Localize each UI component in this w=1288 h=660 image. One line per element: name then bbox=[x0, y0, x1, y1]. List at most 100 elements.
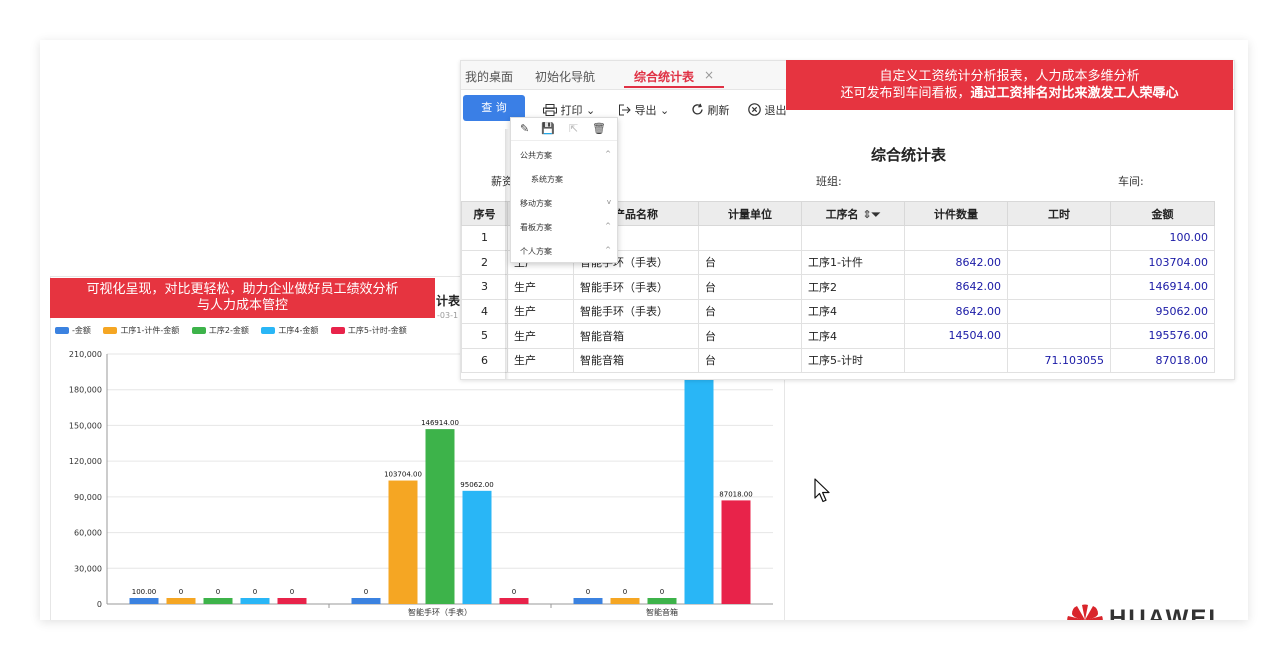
export-button[interactable]: 导出 ⌄ bbox=[618, 102, 669, 118]
bar-data-label: 0 bbox=[253, 588, 257, 596]
tab-close-icon[interactable]: × bbox=[704, 68, 714, 82]
save-icon[interactable]: 💾 bbox=[541, 122, 555, 135]
col-header-piece-qty[interactable]: 计件数量 bbox=[904, 201, 1008, 226]
col-header-unit[interactable]: 计量单位 bbox=[698, 201, 802, 226]
chevron-up-icon[interactable]: ^ bbox=[605, 246, 611, 254]
table-cell bbox=[1007, 323, 1111, 349]
table-cell: 4 bbox=[461, 298, 508, 324]
table-cell: 生产 bbox=[507, 347, 574, 373]
bar bbox=[129, 598, 159, 604]
table-cell: 智能手环（手表） bbox=[573, 274, 699, 300]
bar-data-label: 87018.00 bbox=[719, 490, 752, 498]
y-tick-label: 0 bbox=[97, 600, 102, 609]
chevron-up-icon[interactable]: ^ bbox=[605, 150, 611, 158]
huawei-wordmark: HUAWEI bbox=[1109, 605, 1217, 620]
section-label: 移动方案 bbox=[520, 199, 552, 208]
print-label: 打印 bbox=[560, 104, 583, 117]
x-category-label: 智能音箱 bbox=[646, 607, 678, 617]
x-category-label: 智能手环（手表） bbox=[408, 607, 472, 617]
tab-summary-report[interactable]: 综合统计表 bbox=[634, 68, 694, 85]
bar-data-label: 95062.00 bbox=[460, 481, 493, 489]
table-cell: 生产 bbox=[507, 274, 574, 300]
bar bbox=[462, 490, 492, 604]
screenshot-canvas: 计表 -03-1 -金额 工序1-计件-金额 工序2-金额 工序4-金额 工序5… bbox=[40, 40, 1248, 620]
table-row[interactable]: 4 生产 智能手环（手表）台工序4 8642.00 95062.00 bbox=[461, 298, 1215, 324]
print-button[interactable]: 打印 ⌄ bbox=[543, 102, 595, 118]
table-cell: 台 bbox=[698, 274, 802, 300]
item-label: 系统方案 bbox=[531, 175, 563, 184]
section-label: 看板方案 bbox=[520, 223, 552, 232]
edit-icon[interactable]: ✎ bbox=[520, 122, 529, 135]
refresh-button[interactable]: 刷新 bbox=[691, 102, 730, 118]
col-header-hours[interactable]: 工时 bbox=[1007, 201, 1111, 226]
bar bbox=[388, 480, 418, 604]
bar-data-label: 0 bbox=[179, 588, 183, 596]
bar-data-label: 0 bbox=[586, 588, 590, 596]
table-cell bbox=[698, 225, 802, 251]
table-cell: 95062.00 bbox=[1110, 298, 1215, 324]
table-cell: 14504.00 bbox=[904, 323, 1008, 349]
scheme-dropdown: ✎ 💾 ⇱ 🗑 公共方案 ^ 系统方案 移动方案 v 看板方案 ^ 个人方案 ^ bbox=[510, 117, 618, 263]
dropdown-toolbar: ✎ 💾 ⇱ 🗑 bbox=[511, 118, 617, 141]
refresh-label: 刷新 bbox=[707, 104, 730, 117]
col-header-process[interactable]: 工序名 ⇕⏷ bbox=[801, 201, 905, 226]
sort-icon[interactable]: ⇕ bbox=[862, 208, 871, 221]
table-cell: 台 bbox=[698, 298, 802, 324]
table-cell bbox=[1007, 274, 1111, 300]
y-tick-label: 90,000 bbox=[74, 493, 102, 502]
table-cell: 8642.00 bbox=[904, 249, 1008, 275]
table-cell: 2 bbox=[461, 249, 508, 275]
dropdown-section-mobile[interactable]: 移动方案 bbox=[520, 198, 552, 209]
filter-icon[interactable]: ⏷ bbox=[872, 208, 881, 221]
table-row[interactable]: 3 生产 智能手环（手表）台工序2 8642.00 146914.00 bbox=[461, 274, 1215, 300]
bar-data-label: 100.00 bbox=[132, 588, 157, 596]
table-cell: 工序2 bbox=[801, 274, 905, 300]
refresh-icon bbox=[692, 103, 703, 115]
bar bbox=[573, 598, 603, 604]
chevron-down-icon: ⌄ bbox=[586, 104, 596, 117]
bar-data-label: 0 bbox=[660, 588, 664, 596]
mouse-cursor-icon bbox=[814, 478, 830, 503]
table-row[interactable]: 5 生产 智能音箱台工序4 14504.00 195576.00 bbox=[461, 323, 1215, 349]
table-cell: 台 bbox=[698, 347, 802, 373]
top-banner-line2: 还可发布到车间看板，通过工资排名对比来激发工人荣辱心 bbox=[786, 85, 1233, 102]
top-banner-line2-normal: 还可发布到车间看板， bbox=[840, 86, 971, 101]
chevron-up-icon[interactable]: ^ bbox=[605, 222, 611, 230]
frozen-column-shadow bbox=[505, 129, 509, 379]
meta-workshop-label: 车间: bbox=[1118, 175, 1144, 188]
table-cell: 8642.00 bbox=[904, 298, 1008, 324]
bar-data-label: 103704.00 bbox=[384, 471, 422, 479]
table-cell: 100.00 bbox=[1110, 225, 1215, 251]
meta-team-label: 班组: bbox=[816, 175, 842, 188]
trash-icon[interactable]: 🗑 bbox=[592, 122, 606, 135]
share-icon[interactable]: ⇱ bbox=[569, 122, 578, 135]
table-cell: 8642.00 bbox=[904, 274, 1008, 300]
tab-init-nav[interactable]: 初始化导航 bbox=[535, 68, 595, 85]
dropdown-item-system[interactable]: 系统方案 bbox=[531, 174, 563, 185]
chevron-down-icon: ⌄ bbox=[660, 104, 670, 117]
y-tick-label: 30,000 bbox=[74, 564, 102, 573]
y-tick-label: 210,000 bbox=[69, 350, 102, 359]
exit-label: 退出 bbox=[764, 104, 787, 117]
table-cell: 生产 bbox=[507, 323, 574, 349]
bar-data-label: 146914.00 bbox=[421, 419, 459, 427]
table-row[interactable]: 6 生产 智能音箱台工序5-计时 71.103055 87018.00 bbox=[461, 347, 1215, 373]
dropdown-section-board[interactable]: 看板方案 bbox=[520, 222, 552, 233]
bar bbox=[647, 598, 677, 604]
exit-button[interactable]: 退出 bbox=[748, 102, 787, 118]
table-cell: 146914.00 bbox=[1110, 274, 1215, 300]
y-tick-label: 150,000 bbox=[69, 421, 102, 430]
dropdown-section-public[interactable]: 公共方案 bbox=[520, 150, 552, 161]
table-cell bbox=[904, 347, 1008, 373]
top-banner-line2-bold: 通过工资排名对比来激发工人荣辱心 bbox=[970, 86, 1179, 101]
table-cell: 3 bbox=[461, 274, 508, 300]
dropdown-section-personal[interactable]: 个人方案 bbox=[520, 246, 552, 257]
col-header-amount[interactable]: 金额 bbox=[1110, 201, 1215, 226]
tab-desktop[interactable]: 我的桌面 bbox=[465, 68, 513, 85]
bar bbox=[721, 500, 751, 604]
bar bbox=[166, 598, 196, 604]
chevron-down-icon[interactable]: v bbox=[607, 198, 611, 206]
bar-data-label: 0 bbox=[623, 588, 627, 596]
col-header-index[interactable]: 序号 bbox=[461, 201, 508, 226]
left-callout-banner: 可视化呈现，对比更轻松，助力企业做好员工绩效分析 与人力成本管控 bbox=[50, 278, 435, 318]
